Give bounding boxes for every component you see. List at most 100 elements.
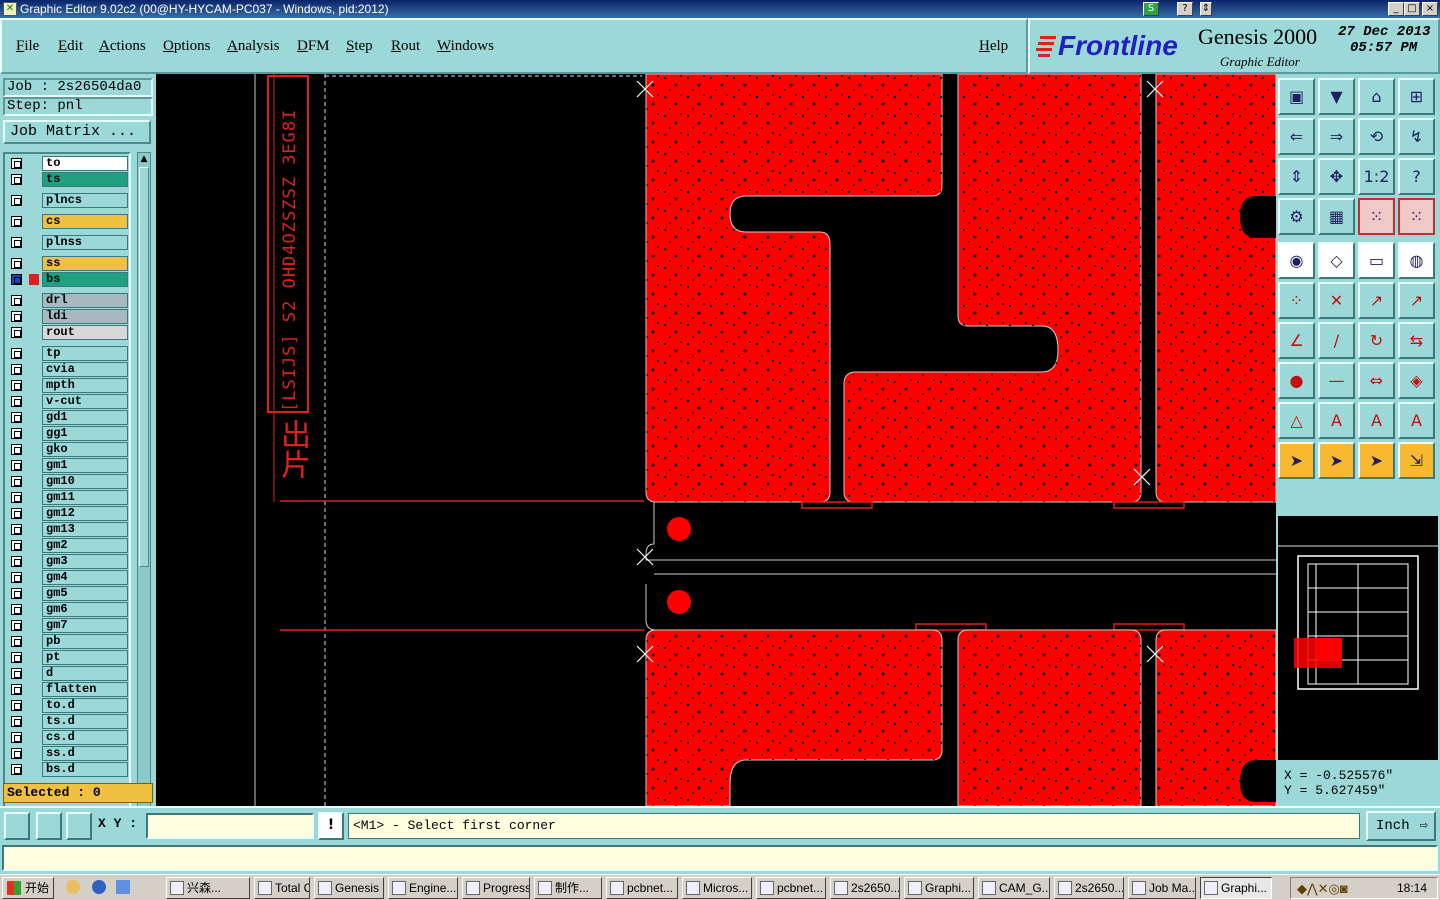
layer-checkbox[interactable] [11,460,22,471]
maximize-button[interactable]: □ [1404,2,1420,16]
layer-name[interactable]: gko [42,442,128,457]
layer-checkbox[interactable] [11,216,22,227]
layer-checkbox[interactable] [11,237,22,248]
taskbar-item[interactable]: Total C... [254,877,310,899]
undo-move-icon[interactable]: ⟲ [1358,118,1395,155]
resize-icon[interactable]: ⇔ [1358,362,1395,399]
layer-checkbox[interactable] [11,327,22,338]
snap-icon[interactable]: ⁙ [1358,198,1395,235]
taskbar-item[interactable]: Micros... [682,877,752,899]
center-icon[interactable]: ✕ [1318,282,1355,319]
layer-checkbox[interactable] [11,700,22,711]
measure-icon[interactable] [36,812,62,840]
unit-selector[interactable]: Inch ⇨ [1366,811,1436,841]
layer-checkbox[interactable] [11,508,22,519]
layer-name[interactable]: v-cut [42,394,128,409]
line-add-icon[interactable]: ↗ [1358,282,1395,319]
layer-row-rout[interactable]: rout [7,325,129,340]
close-button[interactable]: × [1422,2,1438,16]
layer-row-gm6[interactable]: gm6 [7,602,129,617]
taskbar-item[interactable]: 2s2650... [830,877,900,899]
layer-name[interactable]: bs [42,272,128,287]
layer-name[interactable]: to.d [42,698,128,713]
layer-row-mpth[interactable]: mpth [7,378,129,393]
menu-file[interactable]: File [16,38,39,55]
layer-name[interactable]: bs.d [42,762,128,777]
taskbar-item[interactable]: 制作... [534,877,602,899]
layer-checkbox[interactable] [11,524,22,535]
info-icon[interactable]: ! [318,812,344,840]
layer-checkbox[interactable] [11,412,22,423]
quicklaunch-icon-3[interactable] [116,880,130,894]
layer-checkbox[interactable] [11,476,22,487]
fit-width-icon[interactable]: ✥ [1318,158,1355,195]
layer-row-gm10[interactable]: gm10 [7,474,129,489]
layer-row-ts[interactable]: ts [7,172,129,187]
layer-row-gm4[interactable]: gm4 [7,570,129,585]
scroll-thumb[interactable] [139,167,149,567]
layer-checkbox[interactable] [11,428,22,439]
layer-row-to-d[interactable]: to.d [7,698,129,713]
start-button[interactable]: 开始 [2,877,54,899]
overview-map[interactable] [1278,516,1438,760]
layer-row-pt[interactable]: pt [7,650,129,665]
layer-checkbox[interactable] [11,274,22,285]
layer-name[interactable]: ss.d [42,746,128,761]
snap-on-icon[interactable]: ⁙ [1398,198,1435,235]
layer-name[interactable]: gm5 [42,586,128,601]
layer-checkbox[interactable] [11,588,22,599]
layer-row-cs-d[interactable]: cs.d [7,730,129,745]
layer-name[interactable]: ts.d [42,714,128,729]
net-icon[interactable]: ⁘ [1278,282,1315,319]
layer-name[interactable]: gm13 [42,522,128,537]
select-arrow-icon[interactable]: ➤ [1278,442,1315,479]
layer-name[interactable]: gm10 [42,474,128,489]
layer-checkbox[interactable] [11,556,22,567]
layer-row-gd1[interactable]: gd1 [7,410,129,425]
layer-checkbox[interactable] [11,684,22,695]
mirror-icon[interactable]: ↯ [1398,118,1435,155]
copy-to-layer-icon[interactable]: ▼ [1318,78,1355,115]
layer-row-gm1[interactable]: gm1 [7,458,129,473]
layer-name[interactable]: flatten [42,682,128,697]
layer-row-flatten[interactable]: flatten [7,682,129,697]
layer-name[interactable]: gm12 [42,506,128,521]
layer-checkbox[interactable] [11,364,22,375]
scale-1-2-icon[interactable]: 1:2 [1358,158,1395,195]
taskbar-item[interactable]: 兴森... [166,877,250,899]
layer-name[interactable]: ts [42,172,128,187]
layer-row-d[interactable]: d [7,666,129,681]
triangle-a2-icon[interactable]: A [1358,402,1395,439]
menu-dfm[interactable]: DFM [297,38,330,55]
layer-row-drl[interactable]: drl [7,293,129,308]
minimize-button[interactable]: _ [1388,2,1404,16]
menu-actions[interactable]: Actions [99,38,146,55]
layer-name[interactable]: gm2 [42,538,128,553]
taskbar-item[interactable]: Genesis [314,877,384,899]
layer-checkbox[interactable] [11,716,22,727]
layer-name[interactable]: ldi [42,309,128,324]
menu-windows[interactable]: Windows [437,38,494,55]
layer-checkbox[interactable] [11,174,22,185]
layer-checkbox[interactable] [11,636,22,647]
menu-step[interactable]: Step [346,38,373,55]
menu-help[interactable]: Help [979,38,1008,55]
taskbar-item[interactable]: pcbnet... [756,877,826,899]
menu-rout[interactable]: Rout [391,38,420,55]
taskbar-item[interactable]: Graphi... [1200,877,1272,899]
layer-checkbox[interactable] [11,748,22,759]
layer-checkbox[interactable] [11,668,22,679]
flip-icon[interactable]: ⇆ [1398,322,1435,359]
layer-row-v-cut[interactable]: v-cut [7,394,129,409]
layer-row-ss-d[interactable]: ss.d [7,746,129,761]
quicklaunch-icon-1[interactable] [66,880,80,894]
layer-checkbox[interactable] [11,540,22,551]
select-poly-icon[interactable]: ➤ [1358,442,1395,479]
tray-icons[interactable]: ◆⋀✕◎◙ [1297,881,1348,897]
triangle-icon[interactable]: △ [1278,402,1315,439]
taskbar-item[interactable]: Progress [462,877,530,899]
layer-row-gm5[interactable]: gm5 [7,586,129,601]
layer-name[interactable]: gm11 [42,490,128,505]
split-line-icon[interactable]: — [1318,362,1355,399]
layer-row-gm2[interactable]: gm2 [7,538,129,553]
